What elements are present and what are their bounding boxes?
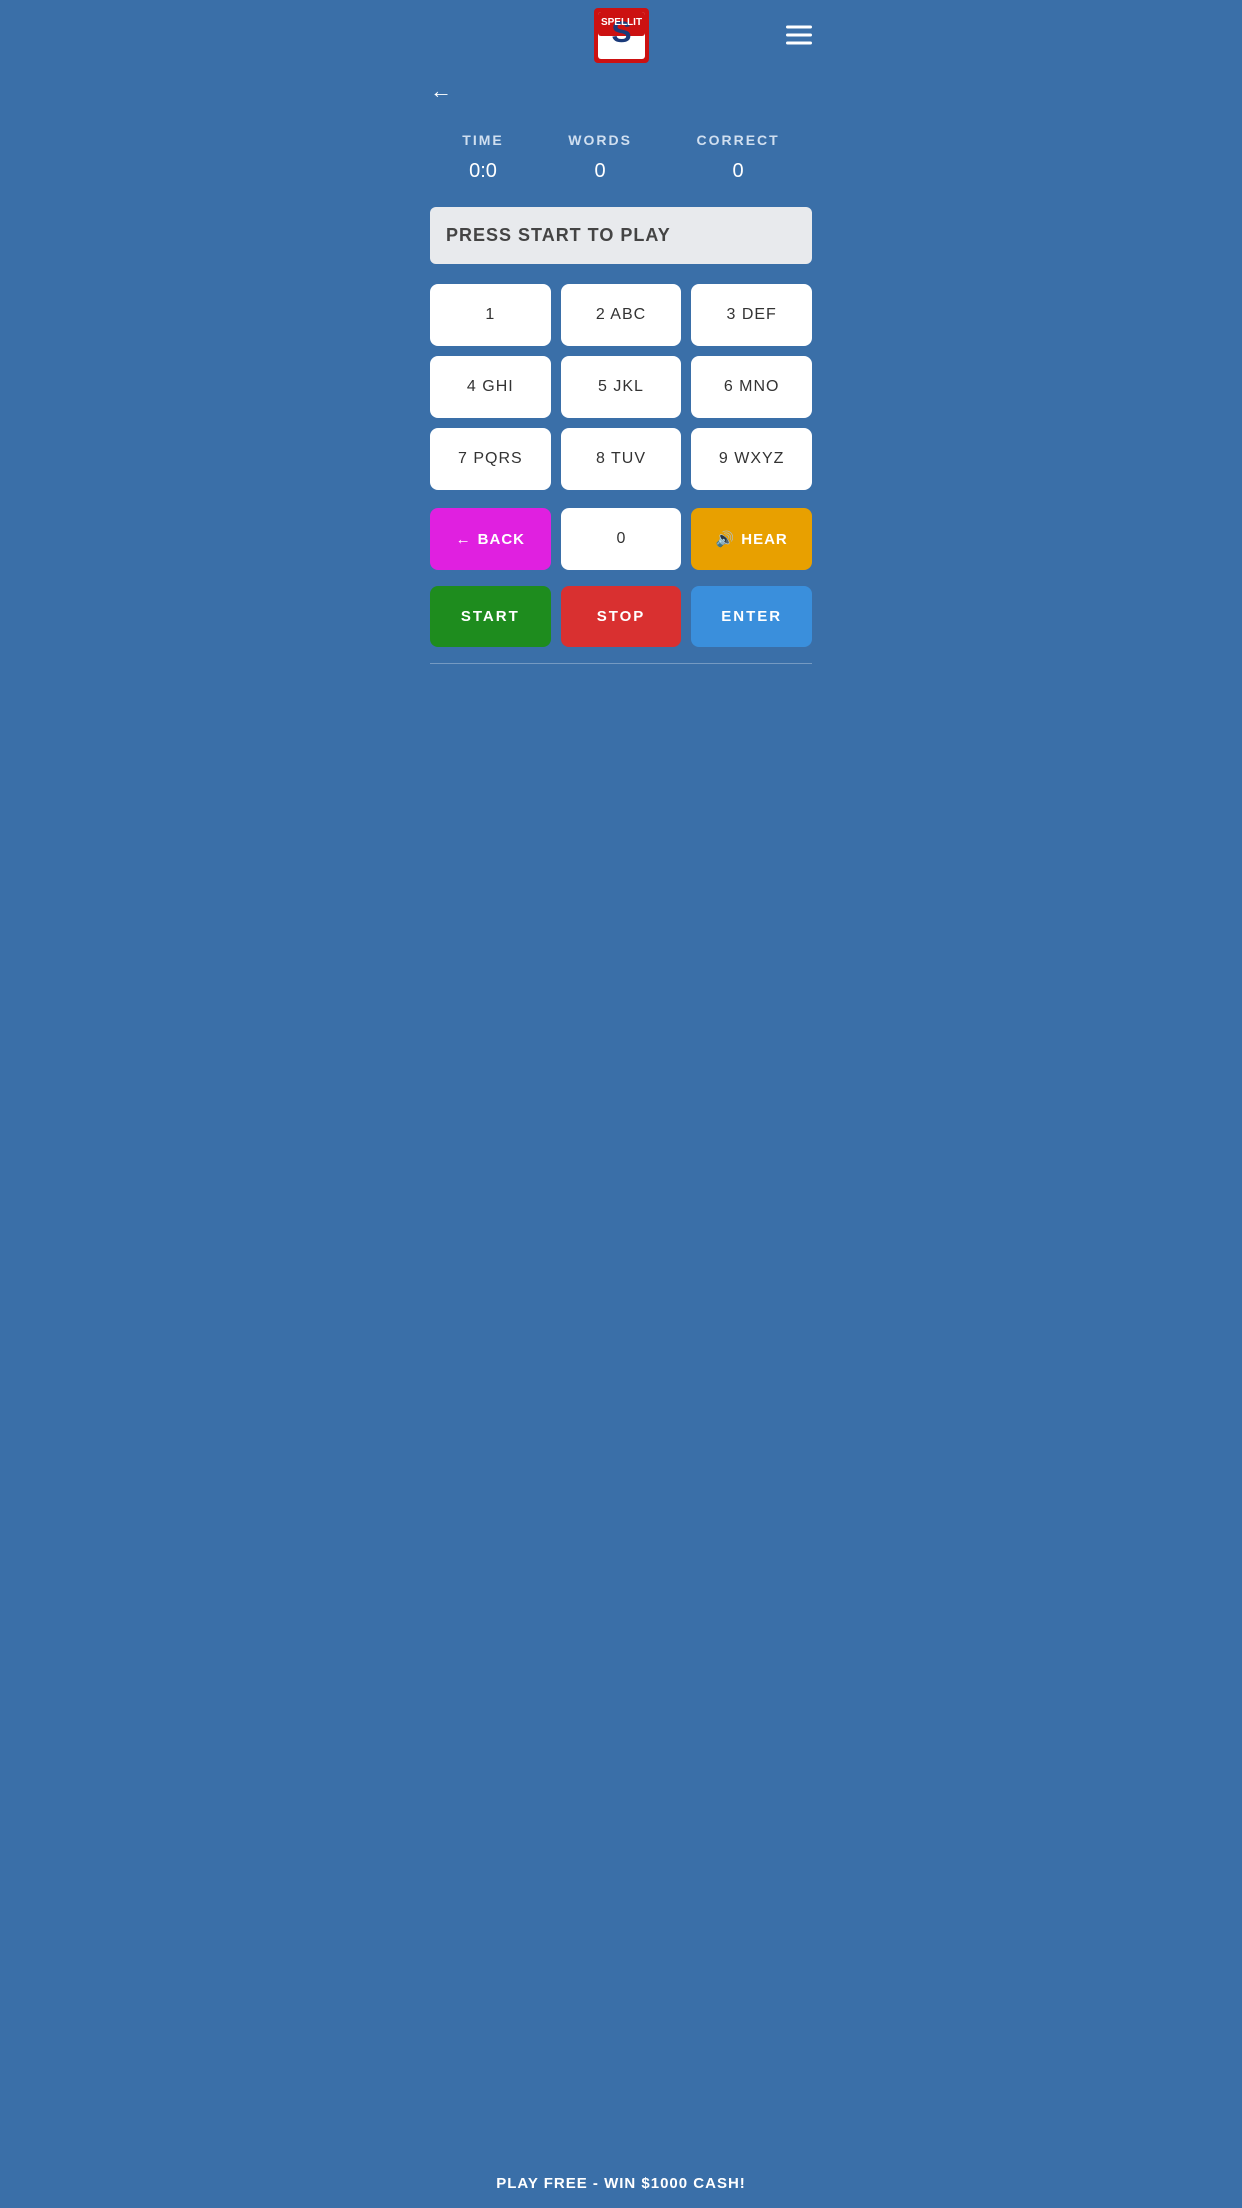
stat-words: WORDS 0 [568,132,632,183]
back-button-label: BACK [478,531,525,548]
app-logo: S SPELLIT [594,8,649,63]
hear-button-label: HEAR [741,531,788,548]
stop-button[interactable]: STOP [561,586,682,647]
stat-correct: CORRECT 0 [696,132,779,183]
key-2-abc[interactable]: 2 ABC [561,284,682,346]
key-1[interactable]: 1 [430,284,551,346]
stat-time: TIME 0:0 [462,132,503,183]
key-3-def[interactable]: 3 DEF [691,284,812,346]
back-button[interactable]: ← BACK [430,508,551,570]
key-9-wxyz[interactable]: 9 WXYZ [691,428,812,490]
enter-button[interactable]: ENTER [691,586,812,647]
correct-value: 0 [733,160,744,183]
header: S SPELLIT [414,0,828,70]
control-row: START STOP ENTER [414,578,828,663]
nav-row: ← [414,70,828,108]
keypad: 1 2 ABC 3 DEF 4 GHI 5 JKL 6 MNO 7 PQRS 8… [414,276,828,498]
time-label: TIME [462,132,503,148]
menu-button[interactable] [786,26,812,45]
svg-text:SPELLIT: SPELLIT [600,17,641,28]
back-nav-button[interactable]: ← [430,78,452,103]
key-0[interactable]: 0 [561,508,682,570]
footer-text: PLAY FREE - WIN $1000 CASH! [496,2175,746,2192]
correct-label: CORRECT [696,132,779,148]
words-value: 0 [595,160,606,183]
action-row: ← BACK 0 🔊 HEAR [414,498,828,578]
key-7-pqrs[interactable]: 7 PQRS [430,428,551,490]
time-value: 0:0 [469,160,497,183]
enter-label: ENTER [721,608,782,625]
key-4-ghi[interactable]: 4 GHI [430,356,551,418]
zero-label: 0 [617,530,626,547]
footer-banner: PLAY FREE - WIN $1000 CASH! [414,2159,828,2208]
divider [430,663,812,664]
hear-button[interactable]: 🔊 HEAR [691,508,812,570]
speaker-icon: 🔊 [716,530,736,548]
key-8-tuv[interactable]: 8 TUV [561,428,682,490]
start-button[interactable]: START [430,586,551,647]
stop-label: STOP [597,608,646,625]
stats-row: TIME 0:0 WORDS 0 CORRECT 0 [414,108,828,191]
display-text: PRESS START TO PLAY [446,225,671,245]
words-label: WORDS [568,132,632,148]
display-field: PRESS START TO PLAY [430,207,812,264]
key-5-jkl[interactable]: 5 JKL [561,356,682,418]
key-6-mno[interactable]: 6 MNO [691,356,812,418]
start-label: START [461,608,520,625]
back-arrow-icon: ← [456,531,472,548]
